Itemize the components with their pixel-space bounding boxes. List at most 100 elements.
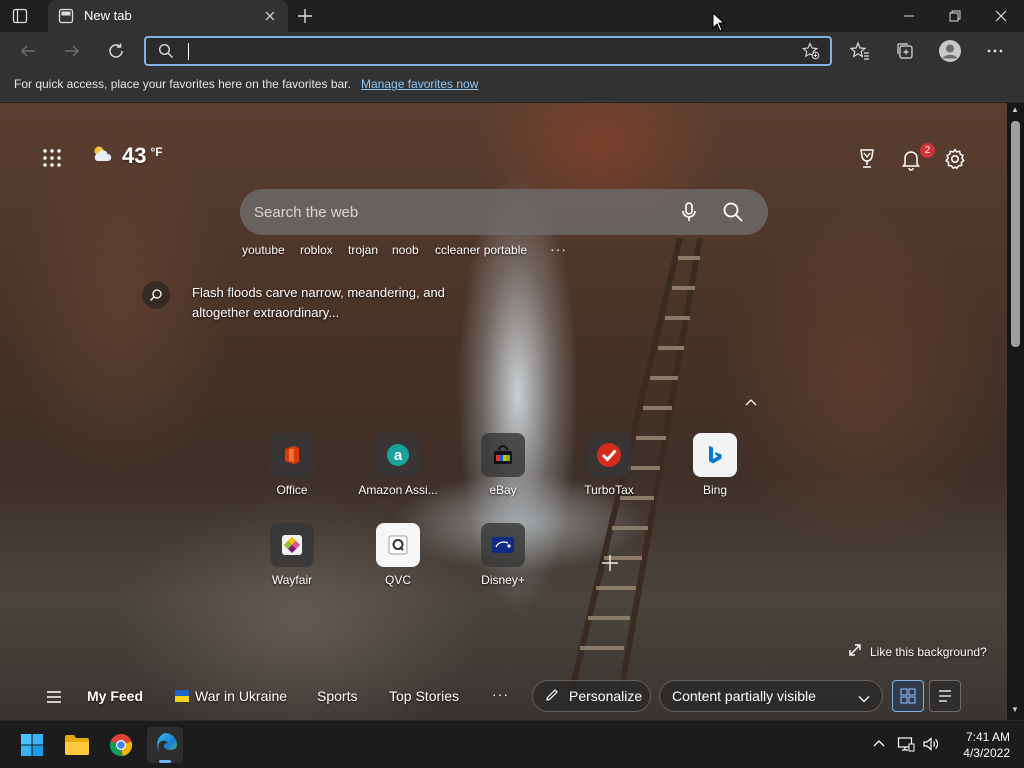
scrollbar-thumb[interactable] (1011, 121, 1020, 347)
quick-link-ebay[interactable]: eBay (458, 433, 548, 497)
ukraine-flag-icon (175, 690, 189, 702)
amazon-icon: a (376, 433, 420, 477)
scroll-down-arrow-icon[interactable]: ▼ (1011, 705, 1019, 714)
new-tab-page-icon (58, 8, 74, 24)
trending-search-item[interactable]: youtube (242, 243, 285, 257)
manage-favorites-link[interactable]: Manage favorites now (361, 77, 478, 91)
quick-link-turbotax[interactable]: TurboTax (564, 433, 654, 497)
tab-close-icon[interactable] (262, 8, 278, 24)
collections-icon[interactable] (894, 40, 916, 62)
tab-my-feed[interactable]: My Feed (87, 688, 143, 704)
microphone-icon[interactable] (678, 201, 700, 223)
browser-toolbar (0, 32, 1024, 70)
like-background-label: Like this background? (870, 644, 987, 659)
favorites-icon[interactable] (849, 40, 871, 62)
notification-count-badge: 2 (920, 143, 935, 158)
title-bar: New tab (0, 0, 1024, 32)
quick-link-office[interactable]: Office (247, 433, 337, 497)
address-input[interactable] (184, 41, 784, 61)
image-search-icon[interactable] (142, 281, 170, 309)
address-bar[interactable] (144, 36, 832, 66)
add-favorite-star-icon[interactable] (801, 42, 820, 65)
back-arrow-icon[interactable] (17, 40, 39, 62)
trending-search-item[interactable]: roblox (300, 243, 333, 257)
new-tab-plus-icon[interactable] (296, 7, 314, 25)
weather-unit: °F (150, 145, 163, 159)
ebay-icon (481, 433, 525, 477)
collapse-quick-links-chevron-icon[interactable] (743, 395, 759, 407)
quick-link-disney-plus[interactable]: Disney+ (458, 523, 548, 587)
text-caret (188, 43, 189, 60)
file-explorer-icon[interactable] (59, 727, 95, 763)
settings-more-icon[interactable] (984, 40, 1006, 62)
page-settings-gear-icon[interactable] (943, 147, 967, 171)
clock-date: 4/3/2022 (963, 746, 1010, 760)
tab-sports[interactable]: Sports (317, 688, 357, 704)
windows-start-icon[interactable] (14, 727, 50, 763)
forward-arrow-icon[interactable] (61, 40, 83, 62)
app-launcher-grid-icon[interactable] (42, 148, 62, 168)
list-view-button[interactable] (929, 680, 961, 712)
windows-taskbar: 7:41 AM 4/3/2022 (0, 720, 1024, 768)
clock-time: 7:41 AM (965, 730, 1010, 744)
svg-text:a: a (394, 447, 403, 464)
refresh-icon[interactable] (105, 40, 127, 62)
feed-more-button[interactable]: ··· (492, 686, 509, 702)
add-quick-link-plus-icon[interactable] (600, 553, 620, 573)
quick-link-label: QVC (384, 573, 411, 587)
volume-speaker-icon[interactable] (922, 735, 940, 753)
personalize-button[interactable]: Personalize (532, 680, 651, 712)
like-background-button[interactable]: Like this background? (848, 643, 987, 660)
bing-icon (693, 433, 737, 477)
rewards-trophy-icon[interactable] (855, 147, 879, 171)
quick-link-label: Amazon Assi... (358, 483, 438, 497)
web-search-input[interactable] (254, 201, 654, 223)
chrome-icon[interactable] (103, 727, 139, 763)
trending-search-item[interactable]: noob (392, 243, 419, 257)
search-submit-icon[interactable] (722, 201, 744, 223)
new-tab-page: 43 °F 2 youtube roblox trojan noob cclea… (0, 103, 1007, 720)
personalize-label: Personalize (569, 688, 643, 704)
background-caption[interactable]: Flash floods carve narrow, meandering, a… (192, 283, 452, 323)
show-hidden-icons-chevron-icon[interactable] (870, 735, 888, 753)
quick-link-amazon[interactable]: a Amazon Assi... (353, 433, 443, 497)
tab-actions-icon[interactable] (12, 8, 28, 24)
network-icon[interactable] (897, 735, 915, 753)
chevron-down-icon (858, 691, 870, 707)
weather-temperature: 43 (122, 143, 147, 168)
trending-search-item[interactable]: trojan (348, 243, 378, 257)
profile-avatar-icon[interactable] (937, 38, 963, 64)
page-scrollbar[interactable]: ▲ ▼ (1007, 103, 1024, 720)
edge-icon[interactable] (147, 727, 183, 763)
wayfair-icon (270, 523, 314, 567)
content-visibility-value: Content partially visible (672, 688, 816, 704)
tab-war-in-ukraine[interactable]: War in Ukraine (175, 688, 287, 704)
tab-top-stories[interactable]: Top Stories (389, 688, 459, 704)
search-icon (158, 43, 174, 64)
close-window-button[interactable] (978, 0, 1024, 32)
favorites-bar: For quick access, place your favorites h… (0, 70, 1024, 102)
quick-link-bing[interactable]: Bing (670, 433, 760, 497)
quick-link-wayfair[interactable]: Wayfair (247, 523, 337, 587)
tab-title: New tab (84, 8, 132, 23)
hamburger-menu-icon[interactable] (46, 690, 62, 704)
feed-navigation: My Feed War in Ukraine Sports Top Storie… (0, 680, 1007, 720)
trending-more-button[interactable]: ··· (550, 241, 567, 257)
content-visibility-dropdown[interactable]: Content partially visible (659, 680, 883, 712)
minimize-button[interactable] (886, 0, 932, 32)
web-search-box[interactable] (240, 189, 768, 235)
taskbar-clock[interactable]: 7:41 AM 4/3/2022 (940, 729, 1010, 761)
quick-link-label: Disney+ (481, 573, 525, 587)
feed-item-label: War in Ukraine (195, 688, 288, 704)
quick-link-qvc[interactable]: QVC (353, 523, 443, 587)
partly-cloudy-icon (90, 144, 114, 169)
expand-arrows-icon (848, 643, 862, 660)
scroll-up-arrow-icon[interactable]: ▲ (1011, 105, 1019, 114)
trending-search-item[interactable]: ccleaner portable (435, 243, 527, 257)
grid-view-button[interactable] (892, 680, 924, 712)
tab-new-tab[interactable]: New tab (48, 0, 288, 32)
favorites-bar-message: For quick access, place your favorites h… (14, 77, 351, 91)
restore-button[interactable] (932, 0, 978, 32)
qvc-icon (376, 523, 420, 567)
weather-widget[interactable]: 43 °F (90, 143, 163, 169)
